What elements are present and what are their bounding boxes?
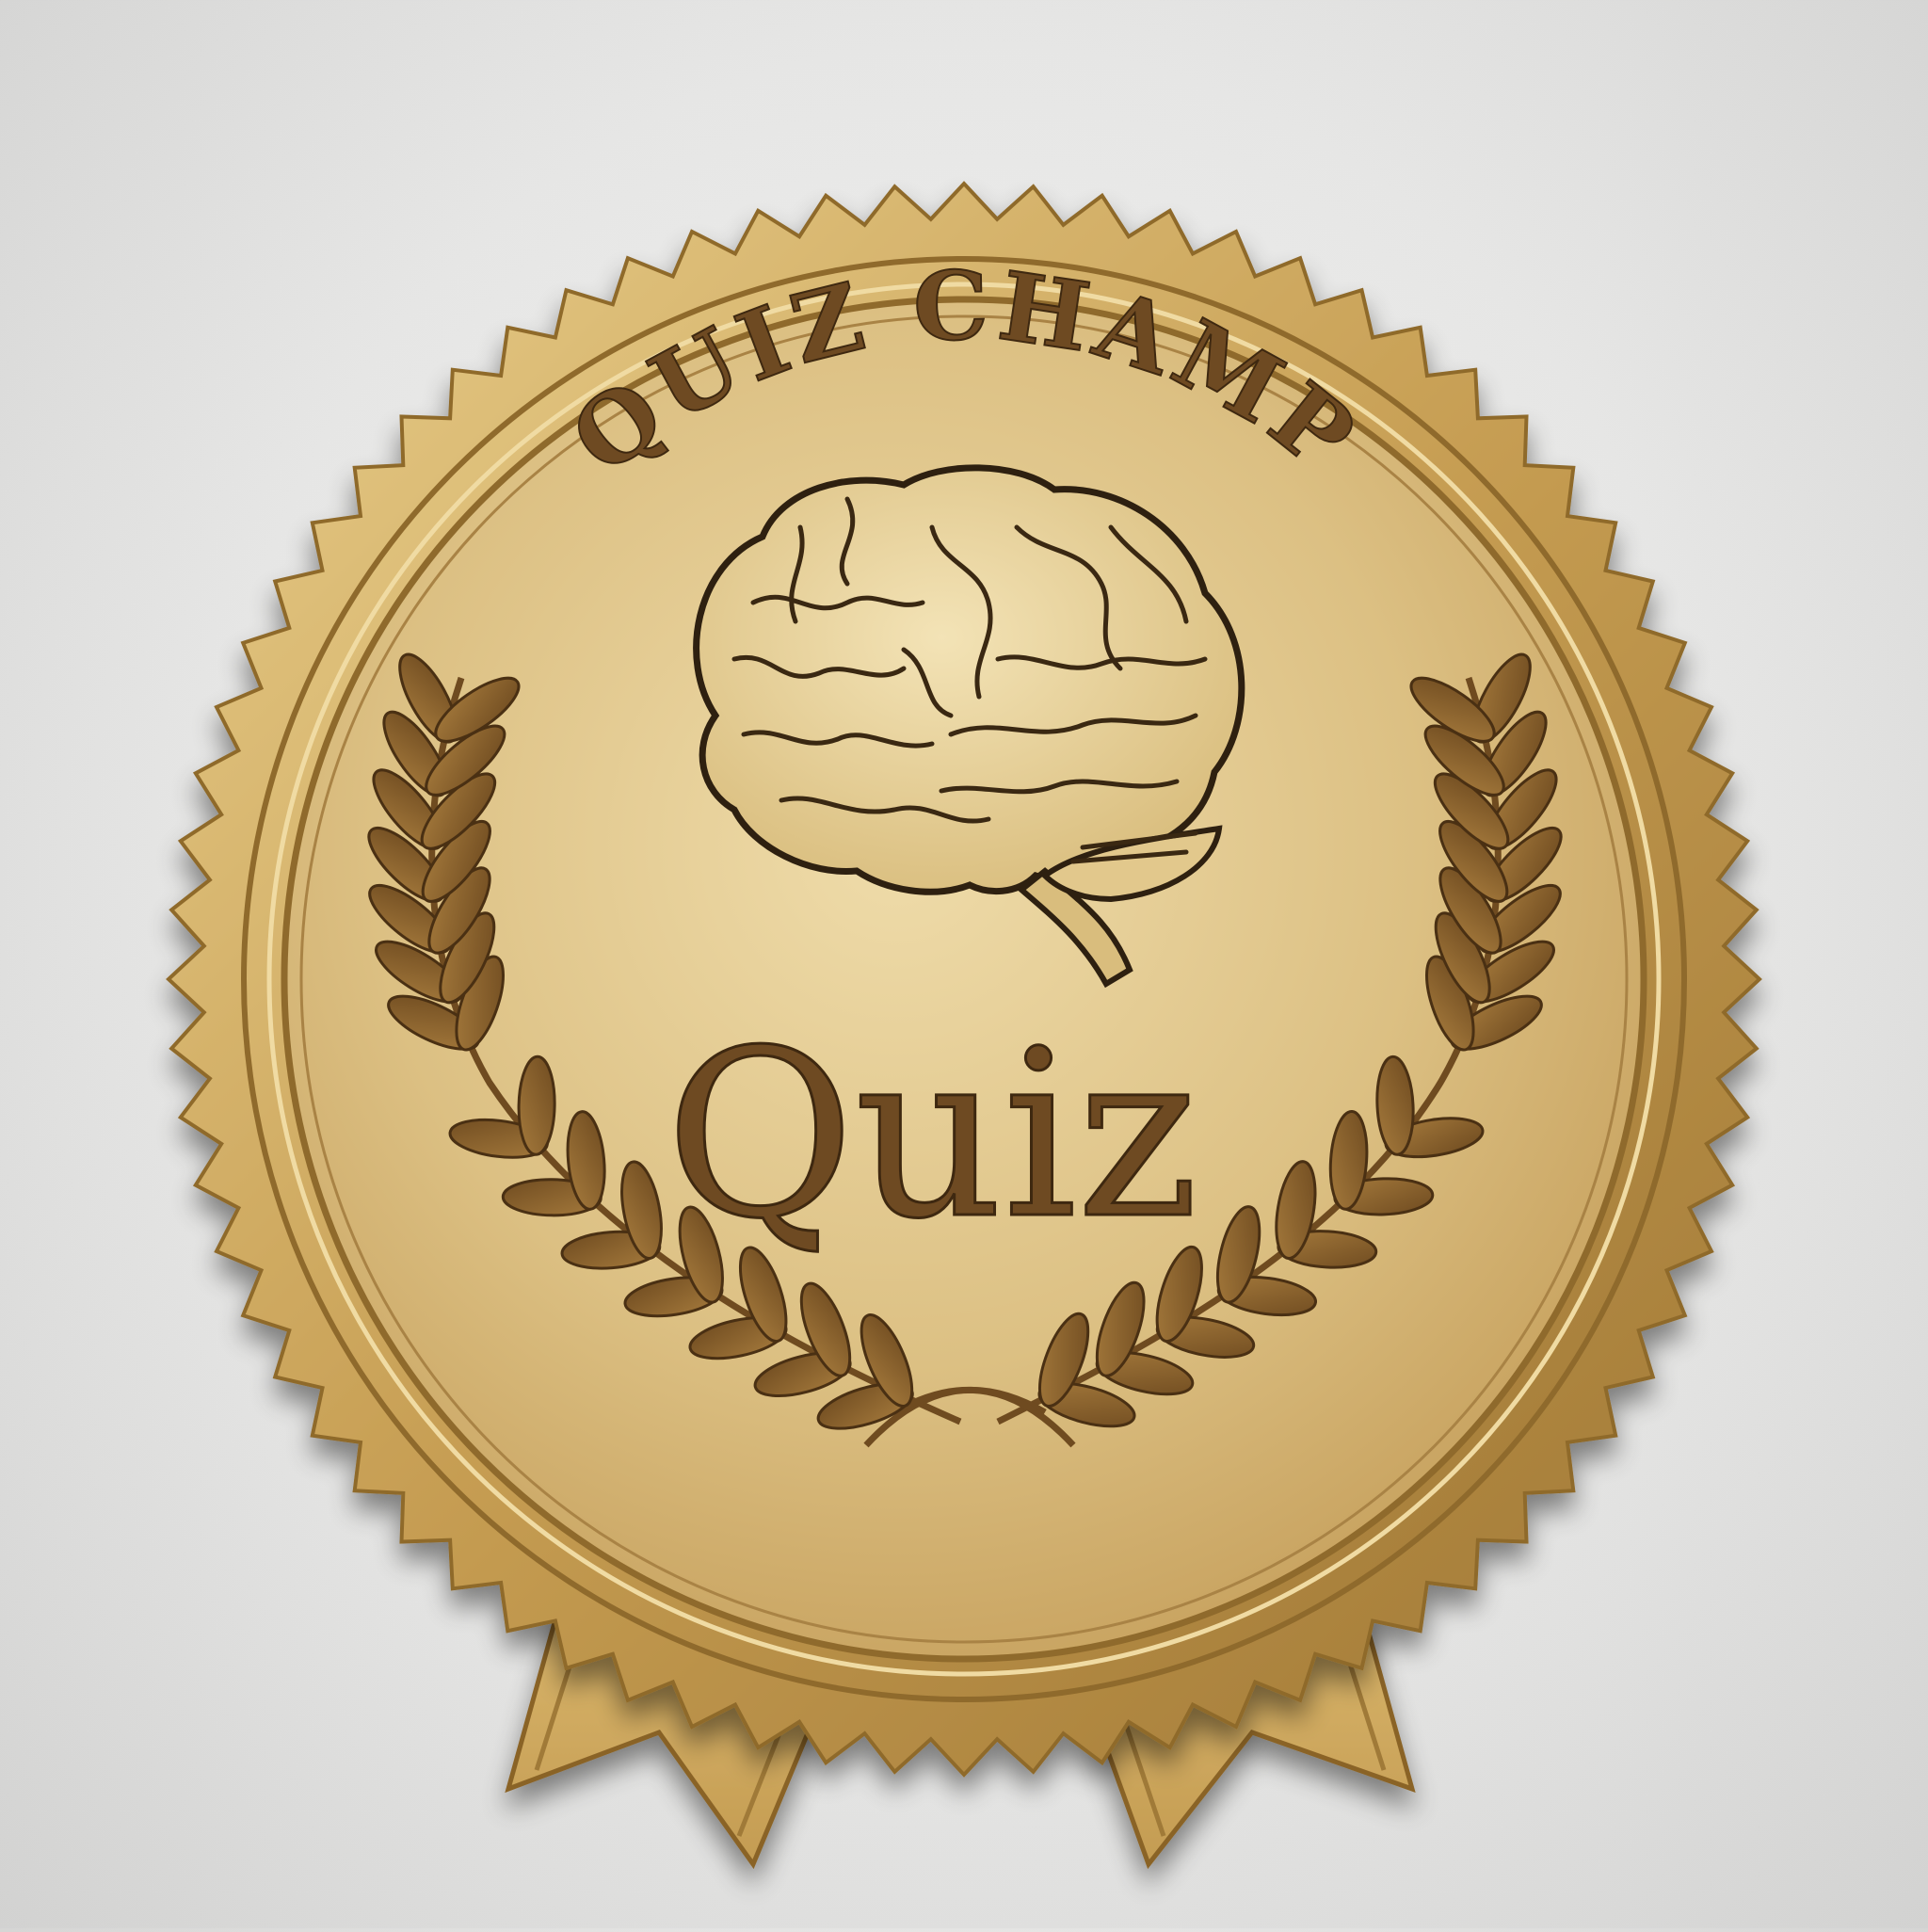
center-word: Quiz [666,1001,1198,1269]
award-seal-scene: QUIZ CHAMP Quiz [0,0,1928,1928]
award-seal: QUIZ CHAMP Quiz [166,181,1762,1870]
laurel-leaf [517,1055,556,1156]
